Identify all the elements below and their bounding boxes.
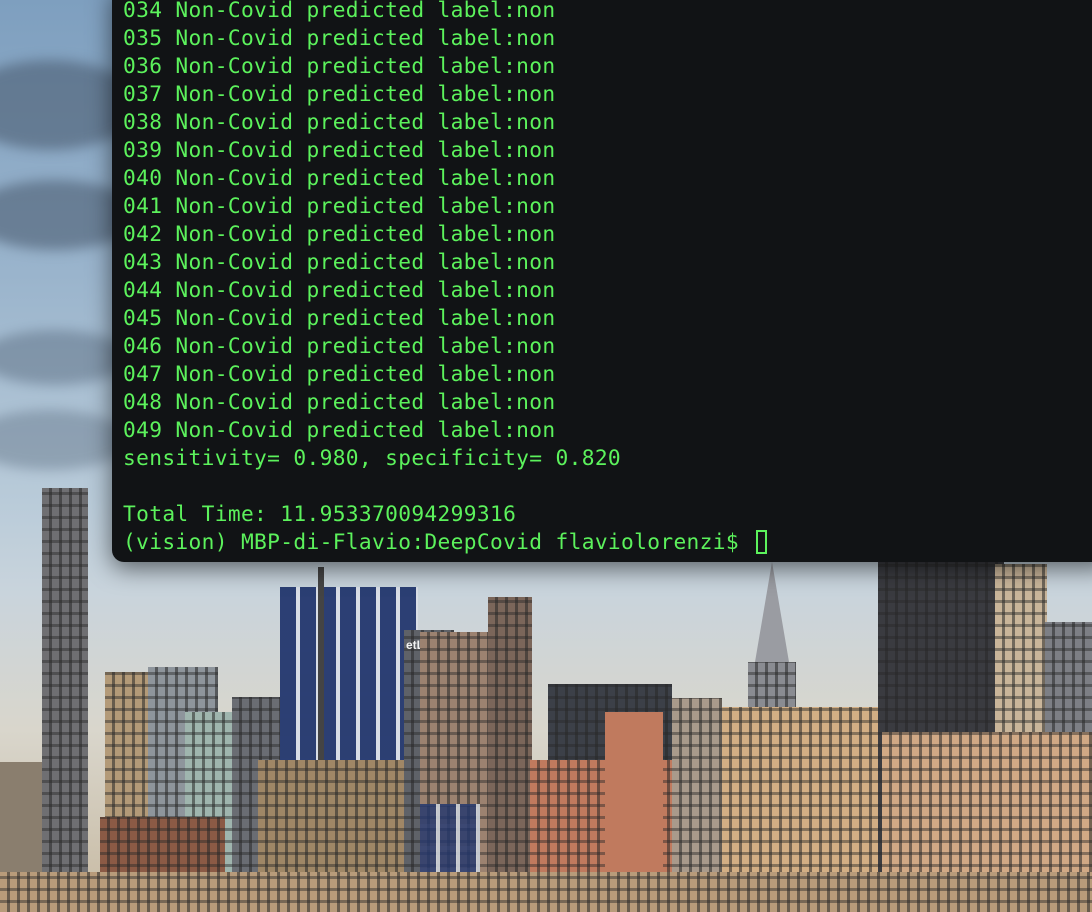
output-line: 042 Non-Covid predicted label:non xyxy=(123,221,556,246)
output-line: 043 Non-Covid predicted label:non xyxy=(123,249,556,274)
output-line: 049 Non-Covid predicted label:non xyxy=(123,417,556,442)
output-line: 048 Non-Covid predicted label:non xyxy=(123,389,556,414)
terminal-output[interactable]: 034 Non-Covid predicted label:non 035 No… xyxy=(123,0,768,556)
output-line: 038 Non-Covid predicted label:non xyxy=(123,109,556,134)
output-line: 035 Non-Covid predicted label:non xyxy=(123,25,556,50)
shell-prompt: (vision) MBP-di-Flavio:DeepCovid flaviol… xyxy=(123,529,753,554)
cloud xyxy=(0,410,130,470)
output-line: 046 Non-Covid predicted label:non xyxy=(123,333,556,358)
output-line: 037 Non-Covid predicted label:non xyxy=(123,81,556,106)
building xyxy=(0,872,1092,912)
output-line: 045 Non-Covid predicted label:non xyxy=(123,305,556,330)
output-line: 047 Non-Covid predicted label:non xyxy=(123,361,556,386)
building xyxy=(488,597,532,912)
total-time-line: Total Time: 11.953370094299316 xyxy=(123,501,517,526)
tall-tower xyxy=(42,488,88,912)
output-line: 034 Non-Covid predicted label:non xyxy=(123,0,556,22)
output-line: 044 Non-Covid predicted label:non xyxy=(123,277,556,302)
output-line: 040 Non-Covid predicted label:non xyxy=(123,165,556,190)
metrics-line: sensitivity= 0.980, specificity= 0.820 xyxy=(123,445,622,470)
output-line: 041 Non-Covid predicted label:non xyxy=(123,193,556,218)
shell-prompt-line[interactable]: (vision) MBP-di-Flavio:DeepCovid flaviol… xyxy=(123,528,768,556)
text-cursor xyxy=(756,530,768,554)
output-line: 036 Non-Covid predicted label:non xyxy=(123,53,556,78)
cloud xyxy=(0,330,130,385)
terminal-window[interactable]: 034 Non-Covid predicted label:non 035 No… xyxy=(112,0,1092,562)
output-line: 039 Non-Covid predicted label:non xyxy=(123,137,556,162)
